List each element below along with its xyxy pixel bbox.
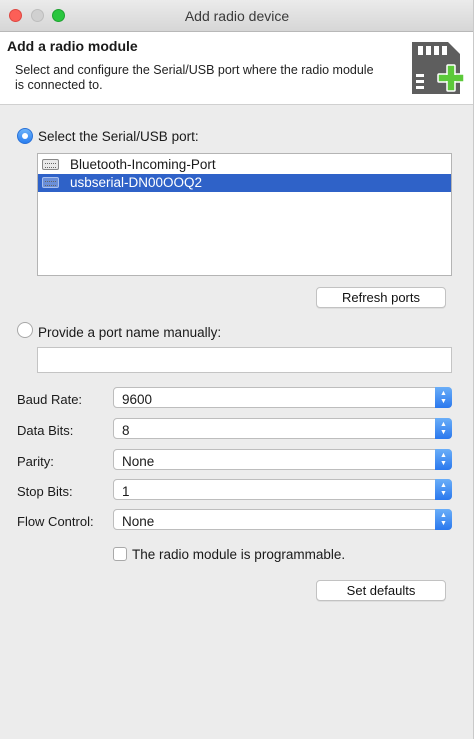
port-list-item-selected[interactable]: usbserial-DN00OOQ2	[38, 174, 451, 192]
data-bits-label: Data Bits:	[17, 423, 74, 438]
baud-rate-select[interactable]: 9600 ▲ ▼	[113, 387, 452, 408]
stop-bits-value: 1	[122, 484, 130, 499]
manual-port-input[interactable]	[37, 347, 452, 373]
serial-port-icon	[42, 177, 59, 188]
serial-port-option-label: Select the Serial/USB port:	[38, 129, 199, 144]
window-title: Add radio device	[184, 8, 290, 24]
port-label: usbserial-DN00OOQ2	[70, 175, 203, 190]
chevron-updown-icon: ▲ ▼	[435, 418, 452, 439]
programmable-label: The radio module is programmable.	[132, 547, 346, 562]
chevron-updown-icon: ▲ ▼	[435, 479, 452, 500]
flow-control-value: None	[122, 514, 155, 529]
manual-port-radio[interactable]	[17, 322, 33, 338]
parity-label: Parity:	[17, 454, 54, 469]
sd-card-add-icon	[412, 42, 465, 94]
data-bits-value: 8	[122, 423, 130, 438]
serial-port-icon	[42, 159, 59, 170]
flow-control-label: Flow Control:	[17, 514, 94, 529]
port-list[interactable]: Bluetooth-Incoming-Port usbserial-DN00OO…	[37, 153, 452, 276]
data-bits-select[interactable]: 8 ▲ ▼	[113, 418, 452, 439]
title-bar[interactable]: Add radio device	[0, 0, 474, 32]
baud-rate-value: 9600	[122, 392, 153, 407]
port-label: Bluetooth-Incoming-Port	[70, 157, 216, 172]
chevron-updown-icon: ▲ ▼	[435, 387, 452, 408]
port-list-item[interactable]: Bluetooth-Incoming-Port	[38, 156, 451, 174]
baud-rate-label: Baud Rate:	[17, 392, 83, 407]
parity-select[interactable]: None ▲ ▼	[113, 449, 452, 470]
set-defaults-button[interactable]: Set defaults	[316, 580, 446, 601]
header-title: Add a radio module	[7, 38, 138, 54]
refresh-ports-button[interactable]: Refresh ports	[316, 287, 446, 308]
manual-port-option-label: Provide a port name manually:	[38, 325, 222, 340]
serial-port-radio[interactable]	[17, 128, 33, 144]
chevron-updown-icon: ▲ ▼	[435, 509, 452, 530]
chevron-updown-icon: ▲ ▼	[435, 449, 452, 470]
parity-value: None	[122, 454, 155, 469]
header-description: Select and configure the Serial/USB port…	[15, 63, 374, 92]
dialog-header: Add a radio module Select and configure …	[0, 32, 474, 105]
stop-bits-select[interactable]: 1 ▲ ▼	[113, 479, 452, 500]
flow-control-select[interactable]: None ▲ ▼	[113, 509, 452, 530]
programmable-checkbox[interactable]	[113, 547, 127, 561]
stop-bits-label: Stop Bits:	[17, 484, 73, 499]
